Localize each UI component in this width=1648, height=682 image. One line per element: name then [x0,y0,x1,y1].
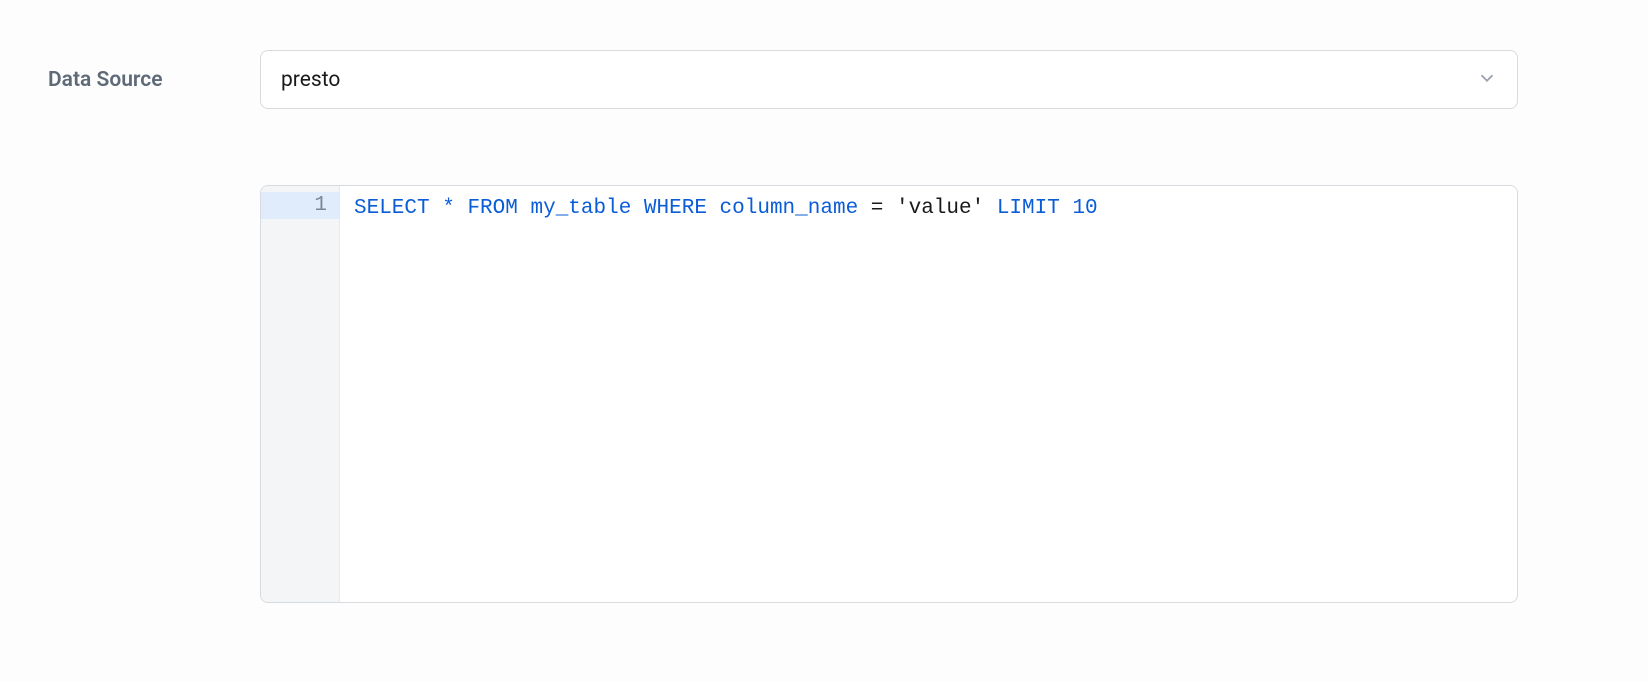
sql-token: column_name [720,197,859,220]
sql-token: SELECT [354,197,430,220]
sql-token: = [871,197,884,220]
sql-token: 'value' [896,197,984,220]
editor-gutter: 1 [261,186,340,602]
data-source-selected-value: presto [281,68,340,92]
sql-token: 10 [1072,197,1097,220]
data-source-select[interactable]: presto [260,50,1518,109]
sql-token: LIMIT [997,197,1060,220]
sql-editor: 1 SELECT * FROM my_table WHERE column_na… [260,185,1518,603]
data-source-label: Data Source [48,68,260,92]
line-number[interactable]: 1 [261,192,339,219]
sql-code-area[interactable]: SELECT * FROM my_table WHERE column_name… [340,186,1517,602]
sql-token: WHERE [644,197,707,220]
data-source-row: Data Source presto [48,50,1518,109]
sql-token: FROM [467,197,517,220]
sql-token: * [442,197,455,220]
data-source-select-wrap: presto [260,50,1518,109]
sql-token: my_table [530,197,631,220]
